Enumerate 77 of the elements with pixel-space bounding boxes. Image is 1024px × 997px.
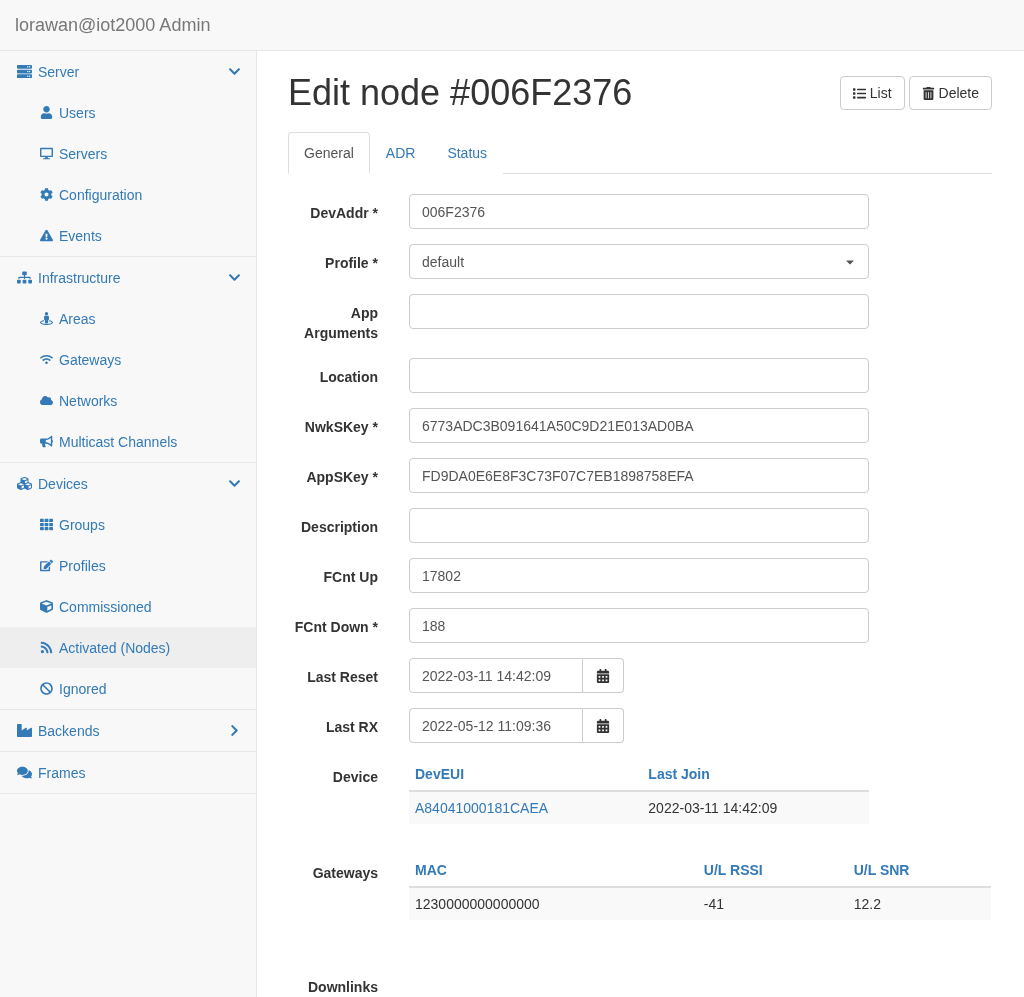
field-label: Gateways — [311, 864, 378, 884]
table-cell: -41 — [697, 887, 848, 921]
sidebar-item[interactable]: Events — [0, 215, 256, 256]
text-field[interactable]: FD9DA0E6E8F3C73F07C7EB1898758EFA — [409, 458, 869, 494]
field-label: Downlinks — [307, 978, 378, 997]
field-label: App Arguments — [303, 304, 378, 344]
cube-icon — [40, 600, 53, 613]
table-cell: 12.2 — [847, 887, 991, 921]
grid-icon — [40, 518, 53, 531]
sidebar-item[interactable]: Ignored — [0, 668, 256, 709]
field-label: AppSKey * — [305, 468, 378, 488]
sidebar-group[interactable]: Backends — [0, 710, 256, 751]
sidebar-item[interactable]: Commissioned — [0, 586, 256, 627]
field-label: DevAddr * — [309, 204, 378, 224]
field-label: NwkSKey * — [303, 418, 378, 438]
text-field[interactable]: 17802 — [409, 558, 869, 594]
edit-icon — [40, 559, 53, 572]
sidebar-group[interactable]: Infrastructure — [0, 257, 256, 298]
brand-title[interactable]: lorawan@iot2000 Admin — [15, 14, 211, 36]
calendar-button[interactable] — [583, 658, 624, 694]
sidebar-item[interactable]: Configuration — [0, 174, 256, 215]
tab[interactable]: General — [288, 132, 370, 175]
cloud-icon — [40, 394, 53, 407]
person-pin-icon — [40, 312, 53, 325]
field-label: FCnt Up — [322, 568, 378, 588]
field-label: Last Reset — [306, 668, 378, 688]
page-title: Edit node #006F2376 — [288, 71, 633, 115]
sidebar-item[interactable]: Servers — [0, 133, 256, 174]
cubes-icon — [17, 476, 32, 491]
ban-icon — [40, 682, 53, 695]
table-cell: 1230000000000000 — [409, 887, 698, 921]
sidebar-item[interactable]: Multicast Channels — [0, 421, 256, 462]
date-field[interactable]: 2022-03-11 14:42:09 — [409, 658, 583, 694]
calendar-icon — [596, 718, 610, 733]
wifi-icon — [40, 353, 53, 366]
factory-icon — [17, 723, 32, 738]
date-field[interactable]: 2022-05-12 11:09:36 — [409, 708, 583, 744]
field-label: FCnt Down * — [293, 618, 378, 638]
text-field[interactable]: 006F2376 — [409, 194, 869, 230]
sitemap-icon — [17, 270, 32, 285]
sidebar-item[interactable]: Groups — [0, 504, 256, 545]
field-label: Profile * — [324, 254, 378, 274]
sidebar-group[interactable]: Server — [0, 51, 256, 92]
text-field[interactable]: 188 — [409, 608, 869, 644]
text-field[interactable] — [409, 294, 869, 330]
calendar-icon — [596, 668, 610, 683]
sidebar-item[interactable]: Networks — [0, 380, 256, 421]
field-label: Device — [331, 768, 378, 788]
field-label: Description — [300, 518, 378, 538]
rss-icon — [40, 641, 53, 654]
server-icon — [17, 64, 32, 79]
text-field[interactable] — [409, 508, 869, 544]
user-icon — [40, 106, 53, 119]
monitor-icon — [40, 147, 53, 160]
toolbar-button[interactable]: List — [839, 76, 905, 110]
deveui-link[interactable]: A84041000181CAEA — [415, 800, 549, 817]
chat-icon — [17, 765, 32, 780]
text-field[interactable] — [409, 358, 869, 394]
settings-icon — [40, 188, 53, 201]
toolbar-button[interactable]: Delete — [908, 76, 992, 110]
sidebar-group[interactable]: Devices — [0, 463, 256, 504]
trash-icon — [921, 86, 935, 100]
profile-select[interactable]: default — [409, 244, 869, 280]
sidebar-item[interactable]: Areas — [0, 298, 256, 339]
field-label: Last RX — [324, 718, 378, 738]
field-label: Location — [318, 368, 378, 388]
sidebar-item[interactable]: Profiles — [0, 545, 256, 586]
sidebar-group[interactable]: Frames — [0, 752, 256, 793]
calendar-button[interactable] — [583, 708, 624, 744]
list-icon — [852, 86, 866, 100]
sidebar-item[interactable]: Activated (Nodes) — [0, 627, 256, 668]
table-cell: 2022-03-11 14:42:09 — [642, 791, 869, 825]
sidebar-item[interactable]: Users — [0, 92, 256, 133]
sidebar-item[interactable]: Gateways — [0, 339, 256, 380]
warning-icon — [40, 229, 53, 242]
megaphone-icon — [40, 435, 53, 448]
text-field[interactable]: 6773ADC3B091641A50C9D21E013AD0BA — [409, 408, 869, 444]
